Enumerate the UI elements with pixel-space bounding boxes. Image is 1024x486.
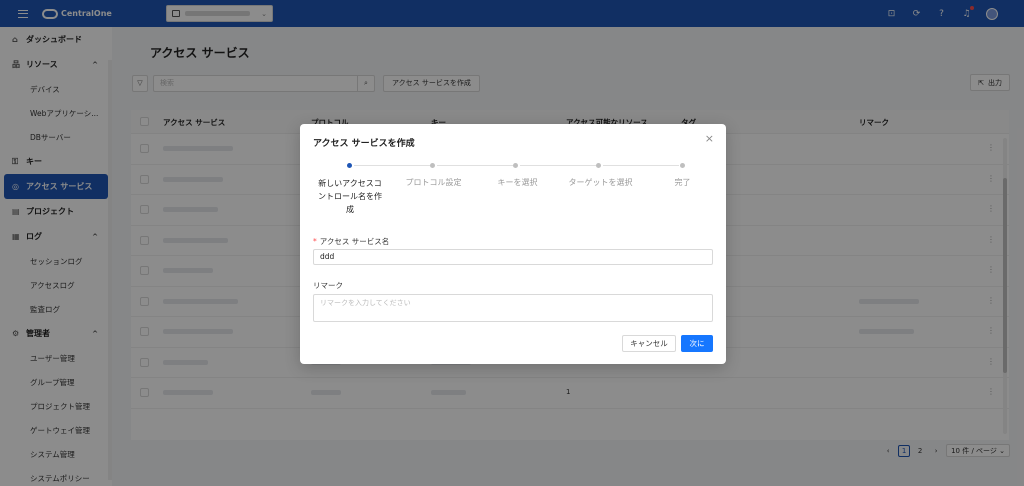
next-button[interactable]: 次に — [681, 335, 713, 352]
cancel-button[interactable]: キャンセル — [622, 335, 676, 352]
access-service-name-input[interactable]: ddd — [313, 249, 713, 265]
remark-field-label: リマーク — [313, 281, 343, 290]
stepper: 新しいアクセスコ ントロール名を作 成 プロトコル設定 キーを選択 ターゲットを… — [300, 161, 726, 221]
step-5-label: 完了 — [674, 178, 691, 187]
step-2-label: プロトコル設定 — [405, 178, 462, 187]
step-2-dot — [430, 163, 435, 168]
close-icon[interactable]: × — [705, 132, 714, 145]
step-1-dot — [347, 163, 352, 168]
step-3-label: キーを選択 — [497, 178, 538, 187]
step-5-dot — [680, 163, 685, 168]
create-access-service-dialog: アクセス サービスを作成 × 新しいアクセスコ ントロール名を作 成 プロトコル… — [300, 124, 726, 364]
step-4-label: ターゲットを選択 — [568, 178, 633, 187]
dialog-title: アクセス サービスを作成 — [313, 139, 415, 149]
step-4-dot — [596, 163, 601, 168]
step-1-label: 新しいアクセスコ ントロール名を作 成 — [318, 179, 382, 214]
step-3-dot — [513, 163, 518, 168]
remark-textarea[interactable] — [313, 294, 713, 322]
required-marker: * — [313, 237, 317, 246]
name-field-label: * アクセス サービス名 — [313, 237, 390, 246]
